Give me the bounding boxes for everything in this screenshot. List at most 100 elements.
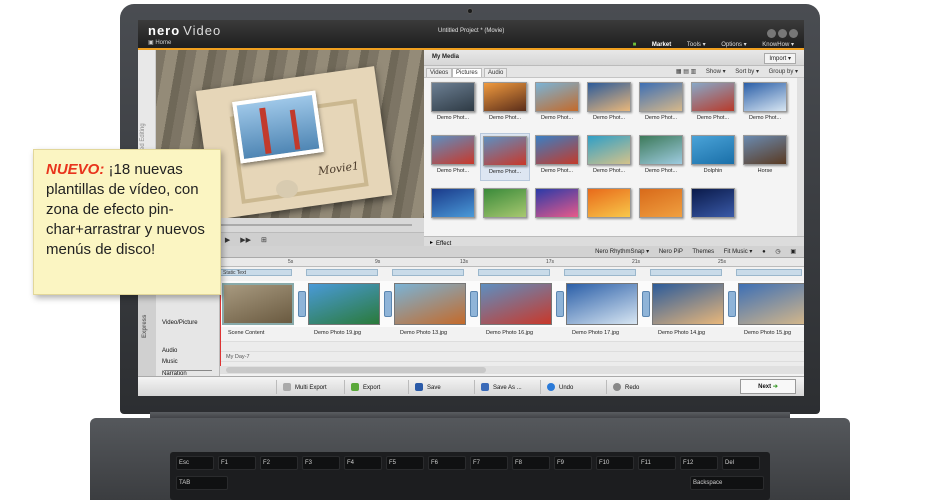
timeline-clip[interactable] xyxy=(222,283,294,325)
show-dropdown[interactable]: Show ▾ xyxy=(706,69,726,75)
timeline-clip[interactable] xyxy=(566,283,638,325)
clip-name: Demo Photo 19.jpg xyxy=(314,330,362,336)
view-grid-icon[interactable]: ▦ ▤ ▥ xyxy=(676,69,696,75)
timeline-clip[interactable] xyxy=(738,283,804,325)
text-placeholder[interactable] xyxy=(736,269,802,276)
text-placeholder[interactable] xyxy=(392,269,464,276)
media-thumbnail[interactable] xyxy=(636,186,686,234)
music-track[interactable]: My Day-7 xyxy=(220,351,804,361)
minimize-icon[interactable] xyxy=(767,29,776,38)
text-placeholder[interactable] xyxy=(564,269,636,276)
thumbnail-image xyxy=(691,82,735,112)
transition-marker[interactable] xyxy=(298,291,306,317)
multi-export-label: Multi Export xyxy=(295,385,327,391)
transition-marker[interactable] xyxy=(556,291,564,317)
timeline-clip[interactable] xyxy=(480,283,552,325)
thumbnail-image xyxy=(587,188,631,218)
media-thumbnail[interactable] xyxy=(584,186,634,234)
media-thumbnail[interactable]: Demo Phot... xyxy=(428,80,478,128)
media-thumbnail[interactable] xyxy=(428,186,478,234)
play-icon[interactable]: ▶ xyxy=(225,236,230,244)
tab-audio[interactable]: Audio xyxy=(484,68,508,77)
microphone-icon[interactable]: ● xyxy=(762,249,766,255)
keyboard-key: Esc xyxy=(176,456,214,470)
media-thumbnail[interactable] xyxy=(480,186,530,234)
thumbnail-image xyxy=(535,188,579,218)
transition-marker[interactable] xyxy=(728,291,736,317)
timeline-clip[interactable] xyxy=(652,283,724,325)
media-thumbnail[interactable]: Demo Phot... xyxy=(636,133,686,181)
rhythmsnap-button[interactable]: Nero RhythmSnap ▾ xyxy=(595,249,649,255)
static-text-clip[interactable]: Static Text xyxy=(220,269,292,276)
timeline-scrollbar[interactable] xyxy=(220,366,804,374)
multi-export-button[interactable]: Multi Export xyxy=(276,380,333,394)
fit-music-button[interactable]: Fit Music ▾ xyxy=(724,249,753,255)
clock-icon[interactable]: ◷ xyxy=(775,249,780,255)
pip-button[interactable]: Nero PiP xyxy=(659,249,683,255)
text-placeholder[interactable] xyxy=(650,269,722,276)
media-thumbnail[interactable] xyxy=(532,186,582,234)
media-thumbnail[interactable]: Demo Phot... xyxy=(532,133,582,181)
thumbnail-label: Demo Phot... xyxy=(644,115,678,121)
scroll-thumb[interactable] xyxy=(226,367,486,373)
clip-name: Scene Content xyxy=(228,330,265,336)
media-thumbnail[interactable]: Demo Phot... xyxy=(532,80,582,128)
next-button[interactable]: Next ➔ xyxy=(740,379,796,394)
media-tools: ▦ ▤ ▥ Show ▾ Sort by ▾ Group by ▾ xyxy=(668,68,798,75)
stage: nero Video ▣ Home Untitled Project * (Mov… xyxy=(0,0,942,500)
text-placeholder[interactable] xyxy=(306,269,378,276)
media-scrollbar[interactable] xyxy=(797,78,804,236)
media-thumbnail[interactable]: Demo Phot... xyxy=(584,80,634,128)
export-button[interactable]: Export xyxy=(344,380,386,394)
sort-dropdown[interactable]: Sort by ▾ xyxy=(735,69,759,75)
timeline-clip[interactable] xyxy=(394,283,466,325)
undo-button[interactable]: Undo xyxy=(540,380,579,394)
media-thumbnail[interactable]: Dolphin xyxy=(688,133,738,181)
media-thumbnail[interactable]: Demo Phot... xyxy=(688,80,738,128)
media-thumbnail[interactable]: Horse xyxy=(740,133,790,181)
audio-track[interactable] xyxy=(220,341,804,351)
tab-videos[interactable]: Videos xyxy=(426,68,453,77)
media-thumbnail[interactable]: Demo Phot... xyxy=(740,80,790,128)
media-thumbnail[interactable]: Demo Phot... xyxy=(584,133,634,181)
themes-button[interactable]: Themes xyxy=(692,249,714,255)
thumbnail-image xyxy=(743,82,787,112)
redo-button[interactable]: Redo xyxy=(606,380,645,394)
save-button[interactable]: Save xyxy=(408,380,447,394)
transition-marker[interactable] xyxy=(642,291,650,317)
tab-pictures[interactable]: Pictures xyxy=(452,68,482,77)
save-as-button[interactable]: Save As ... xyxy=(474,380,528,394)
thumbnail-image xyxy=(691,135,735,165)
note-highlight: NUEVO: xyxy=(46,161,105,178)
text-placeholder[interactable] xyxy=(478,269,550,276)
thumbnail-image xyxy=(431,135,475,165)
media-thumbnail[interactable]: Demo Phot... xyxy=(480,80,530,128)
media-thumbnail[interactable]: Demo Phot... xyxy=(636,80,686,128)
disc-icon[interactable]: ▣ xyxy=(790,249,796,255)
import-button[interactable]: Import ▾ xyxy=(764,53,796,64)
transition-marker[interactable] xyxy=(384,291,392,317)
keyboard-key: F9 xyxy=(554,456,592,470)
bottom-bar: Multi Export Export Save Save As ... Und… xyxy=(138,376,804,396)
effect-palette-bar[interactable]: ▸ Effect Palette xyxy=(424,236,804,253)
transition-marker[interactable] xyxy=(470,291,478,317)
timeline-clip[interactable] xyxy=(308,283,380,325)
split-icon[interactable]: ⊞ xyxy=(261,236,267,244)
project-title: Untitled Project * (Movie) xyxy=(438,28,505,34)
media-thumbnail[interactable]: Demo Phot... xyxy=(428,133,478,181)
home-link[interactable]: ▣ Home xyxy=(148,39,171,46)
maximize-icon[interactable] xyxy=(778,29,787,38)
keyboard-key: F3 xyxy=(302,456,340,470)
top-menu: ■ Market Tools ▾ Options ▾ KnowHow ▾ xyxy=(605,41,794,48)
thumbnail-image xyxy=(483,136,527,166)
group-dropdown[interactable]: Group by ▾ xyxy=(769,69,798,75)
keyboard-key: Del xyxy=(722,456,760,470)
time-ruler[interactable]: 5s 9s 13s 17s 21s 25s xyxy=(220,258,804,267)
forward-icon[interactable]: ▶▶ xyxy=(240,236,251,244)
undo-label: Undo xyxy=(559,385,574,391)
close-icon[interactable] xyxy=(789,29,798,38)
media-thumbnail[interactable]: Demo Phot... xyxy=(480,133,530,181)
ruler-tick: 5s xyxy=(288,259,294,265)
media-thumbnail[interactable] xyxy=(688,186,738,234)
zoom-slider[interactable] xyxy=(158,366,218,374)
